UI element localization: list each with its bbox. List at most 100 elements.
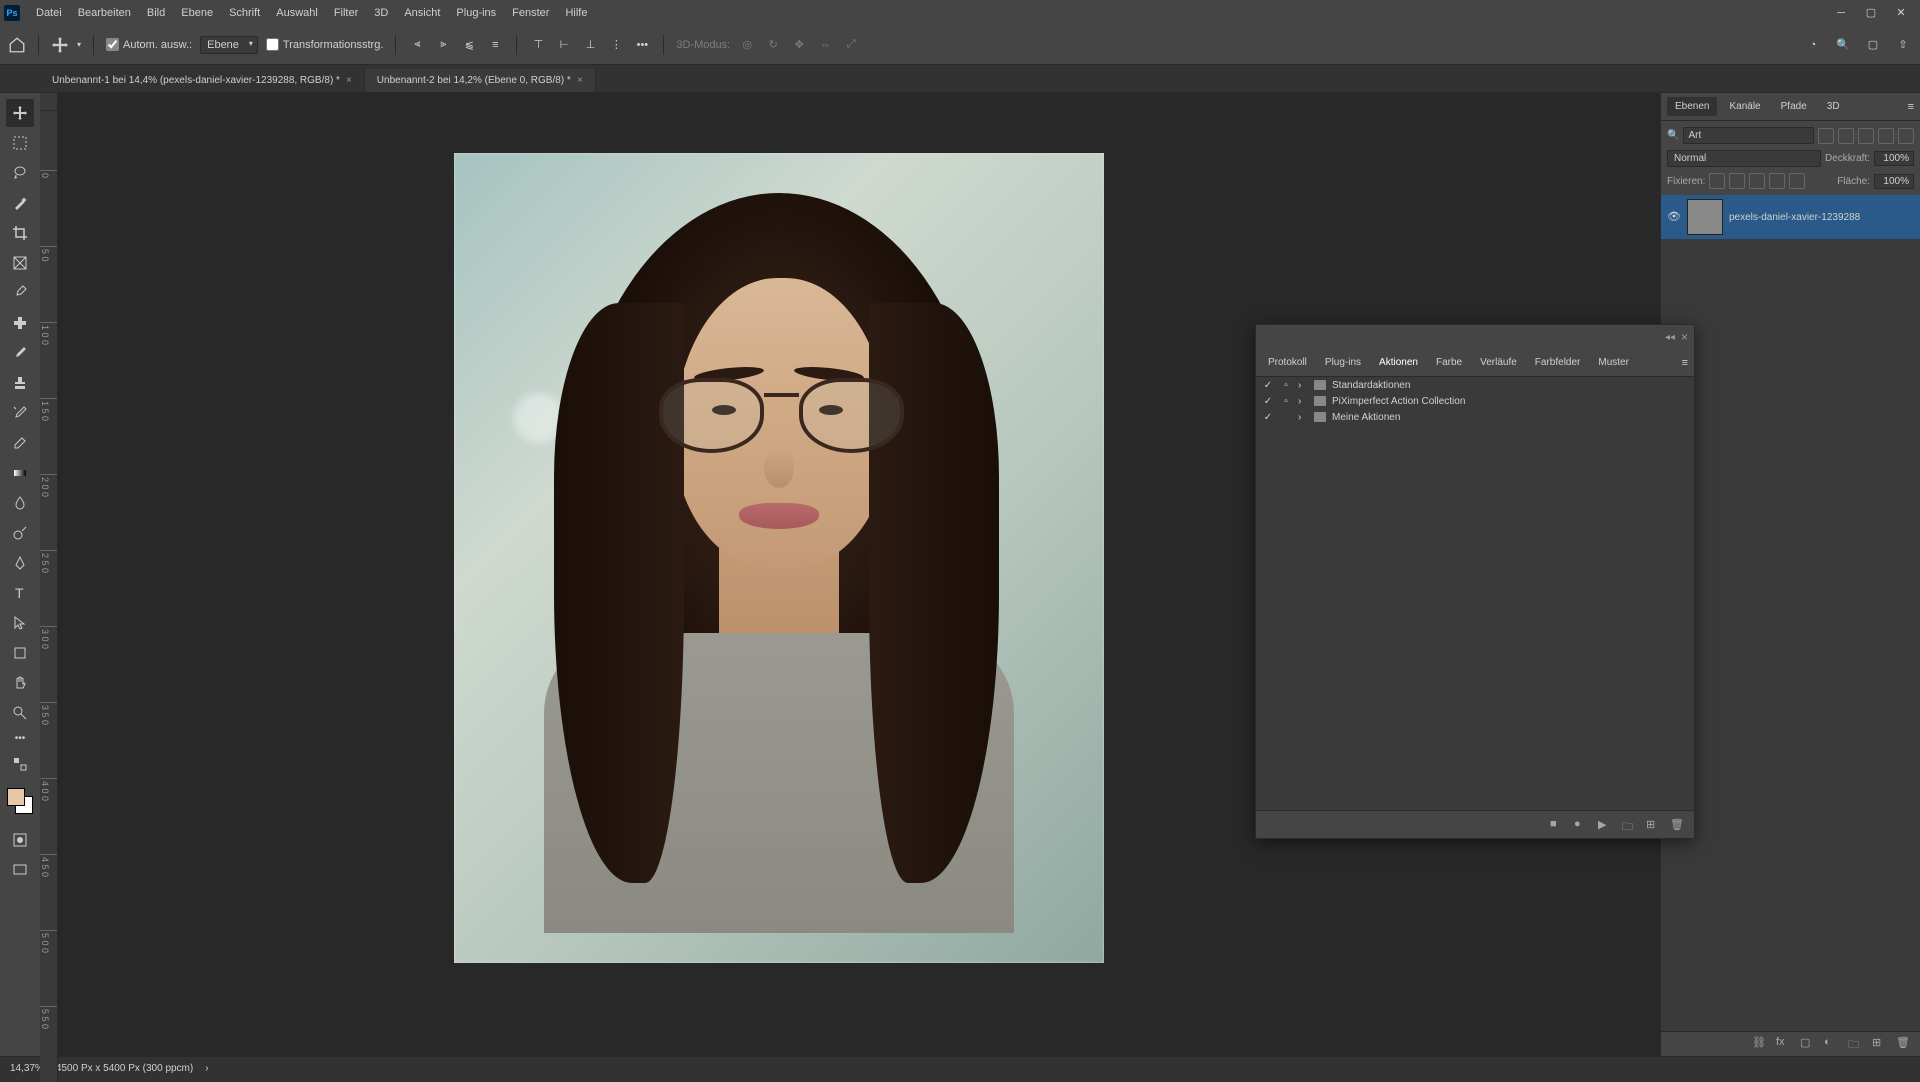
menu-3d[interactable]: 3D [366,3,396,23]
marquee-tool[interactable] [6,129,34,157]
screen-mode-icon[interactable] [6,856,34,884]
action-check-icon[interactable]: ✓ [1262,411,1274,423]
more-align-icon[interactable]: ••• [633,36,651,54]
distribute-v-icon[interactable]: ⋮ [607,36,625,54]
blend-mode-dropdown[interactable]: Normal [1667,150,1821,167]
expand-icon[interactable]: › [1298,396,1308,407]
record-action-icon[interactable]: ● [1574,818,1588,832]
layer-group-icon[interactable]: 🗀 [1848,1036,1864,1052]
tab-ebenen[interactable]: Ebenen [1667,97,1717,116]
align-top-icon[interactable]: ⊤ [529,36,547,54]
tab-3d[interactable]: 3D [1819,97,1848,116]
menu-bild[interactable]: Bild [139,3,173,23]
tab-farbfelder[interactable]: Farbfelder [1529,353,1587,372]
tab-farbe[interactable]: Farbe [1430,353,1468,372]
new-action-icon[interactable]: ⊞ [1646,818,1660,832]
filter-adjust-icon[interactable] [1838,128,1854,144]
layer-fx-icon[interactable]: fx [1776,1036,1792,1052]
menu-schrift[interactable]: Schrift [221,3,268,23]
search-icon[interactable]: 🔍 [1834,36,1852,54]
menu-plugins[interactable]: Plug-ins [448,3,504,23]
close-panel-icon[interactable]: × [1681,330,1688,344]
tab-plugins[interactable]: Plug-ins [1319,353,1367,372]
blur-tool[interactable] [6,489,34,517]
layer-row[interactable]: 👁 pexels-daniel-xavier-1239288 [1661,195,1920,239]
collapse-panel-icon[interactable]: ◂◂ [1665,332,1675,343]
ruler-vertical[interactable]: 5 005 01 0 01 5 02 0 02 5 03 0 03 5 04 0… [40,94,58,1082]
tab-aktionen[interactable]: Aktionen [1373,353,1424,372]
tab-pfade[interactable]: Pfade [1773,97,1815,116]
document-tab-1[interactable]: Unbenannt-1 bei 14,4% (pexels-daniel-xav… [40,69,365,92]
dodge-tool[interactable] [6,519,34,547]
actions-panel[interactable]: ◂◂ × Protokoll Plug-ins Aktionen Farbe V… [1255,324,1695,839]
align-right-icon[interactable]: ⫹ [460,36,478,54]
tab-muster[interactable]: Muster [1592,353,1635,372]
panel-menu-icon[interactable]: ≡ [1682,357,1688,369]
path-select-tool[interactable] [6,609,34,637]
new-set-icon[interactable]: 🗀 [1622,818,1636,832]
menu-datei[interactable]: Datei [28,3,70,23]
fill-value[interactable]: 100% [1874,174,1914,189]
menu-ansicht[interactable]: Ansicht [396,3,448,23]
auto-select-checkbox[interactable]: Autom. ausw.: [106,38,192,51]
tab-verlaeufe[interactable]: Verläufe [1474,353,1523,372]
opacity-value[interactable]: 100% [1874,151,1914,166]
action-set-row[interactable]: ✓ ▫ › PiXimperfect Action Collection [1256,393,1694,409]
edit-toolbar-icon[interactable] [6,750,34,778]
filter-pixel-icon[interactable] [1818,128,1834,144]
brush-tool[interactable] [6,339,34,367]
type-tool[interactable]: T [6,579,34,607]
delete-action-icon[interactable]: 🗑 [1670,818,1684,832]
move-tool-icon[interactable] [51,36,69,54]
layer-filter-dropdown[interactable]: Art [1683,127,1814,144]
zoom-level[interactable]: 14,37% [10,1063,44,1074]
menu-hilfe[interactable]: Hilfe [557,3,595,23]
eraser-tool[interactable] [6,429,34,457]
color-swatches[interactable] [7,788,33,814]
workspace-icon[interactable]: ▢ [1864,36,1882,54]
move-tool[interactable] [6,99,34,127]
cloud-docs-icon[interactable]: ◔ [1804,36,1822,54]
layer-name-label[interactable]: pexels-daniel-xavier-1239288 [1729,212,1860,223]
distribute-h-icon[interactable]: ≡ [486,36,504,54]
menu-filter[interactable]: Filter [326,3,366,23]
layer-dropdown[interactable]: Ebene [200,36,258,54]
ruler-origin[interactable] [40,93,58,111]
align-bottom-icon[interactable]: ⊥ [581,36,599,54]
visibility-toggle-icon[interactable]: 👁 [1667,210,1681,224]
stop-action-icon[interactable]: ■ [1550,818,1564,832]
menu-bearbeiten[interactable]: Bearbeiten [70,3,139,23]
more-tools-icon[interactable]: ••• [15,733,26,744]
filter-smart-icon[interactable] [1898,128,1914,144]
lasso-tool[interactable] [6,159,34,187]
menu-auswahl[interactable]: Auswahl [268,3,326,23]
expand-icon[interactable]: › [1298,412,1308,423]
close-tab-icon[interactable]: × [346,75,352,86]
link-layers-icon[interactable]: ⛓ [1752,1036,1768,1052]
home-icon[interactable] [8,36,26,54]
quick-mask-icon[interactable] [6,826,34,854]
transform-controls-checkbox[interactable]: Transformationsstrg. [266,38,383,51]
play-action-icon[interactable]: ▶ [1598,818,1612,832]
gradient-tool[interactable] [6,459,34,487]
lock-artboard-icon[interactable] [1769,173,1785,189]
expand-icon[interactable]: › [1298,380,1308,391]
menu-ebene[interactable]: Ebene [173,3,221,23]
document-tab-2[interactable]: Unbenannt-2 bei 14,2% (Ebene 0, RGB/8) *… [365,69,596,92]
align-left-icon[interactable]: ⫷ [408,36,426,54]
zoom-tool[interactable] [6,699,34,727]
action-set-row[interactable]: ✓ ▫ › Standardaktionen [1256,377,1694,393]
share-icon[interactable]: ⇧ [1894,36,1912,54]
crop-tool[interactable] [6,219,34,247]
adjustment-layer-icon[interactable]: ◐ [1824,1036,1840,1052]
align-center-v-icon[interactable]: ⊢ [555,36,573,54]
maximize-button[interactable]: ▢ [1856,3,1886,23]
align-center-h-icon[interactable]: ⫸ [434,36,452,54]
stamp-tool[interactable] [6,369,34,397]
menu-fenster[interactable]: Fenster [504,3,557,23]
filter-shape-icon[interactable] [1878,128,1894,144]
new-layer-icon[interactable]: ⊞ [1872,1036,1888,1052]
layer-mask-icon[interactable]: ▢ [1800,1036,1816,1052]
panel-menu-icon[interactable]: ≡ [1908,101,1914,113]
action-set-row[interactable]: ✓ › Meine Aktionen [1256,409,1694,425]
